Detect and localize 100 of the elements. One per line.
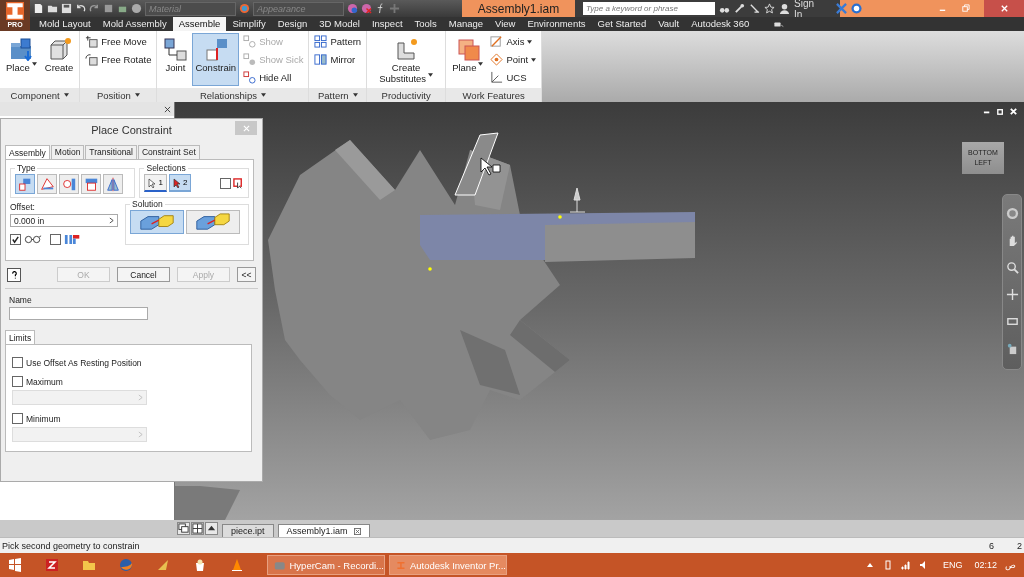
new-file-icon[interactable] (33, 3, 44, 14)
ribbon-tool-button[interactable]: Point (488, 51, 539, 68)
windows-logo-icon[interactable] (8, 558, 22, 572)
close-button[interactable] (984, 0, 1024, 17)
ribbon-tool-button[interactable]: Free Rotate (83, 51, 154, 68)
dialog-tab[interactable]: Assembly (5, 145, 50, 159)
save-icon[interactable] (61, 3, 72, 14)
wrench-icon[interactable] (734, 3, 745, 14)
zoom-icon[interactable] (1005, 261, 1019, 274)
document-tab[interactable]: Assembly1.iam (277, 524, 370, 537)
limit-field[interactable] (12, 390, 147, 405)
ribbon-tool-button[interactable]: Constrain (192, 33, 240, 86)
ribbon-tool-button[interactable]: Mirror (312, 51, 364, 68)
open-folder-icon[interactable] (47, 3, 58, 14)
language-indicator[interactable]: ENG (942, 560, 963, 570)
steering-wheel-icon[interactable] (1005, 207, 1019, 220)
ribbon-tool-button[interactable]: Place (3, 33, 40, 86)
app-icon[interactable] (156, 558, 170, 572)
app-icon[interactable] (45, 558, 59, 572)
ribbon-tab[interactable]: View (489, 17, 522, 31)
ribbon-tool-button[interactable]: Create (41, 33, 77, 86)
signal-bars-icon[interactable] (900, 560, 911, 570)
ribbon-tool-button[interactable]: Free Move (83, 33, 154, 50)
ribbon-tab[interactable]: Assemble (172, 17, 227, 31)
solution-button[interactable] (130, 210, 184, 234)
clock[interactable]: 02:12 (974, 560, 997, 570)
star-icon[interactable] (764, 3, 775, 14)
color-wheel-icon[interactable] (361, 3, 372, 14)
ribbon-tool-button[interactable]: Joint (160, 33, 191, 86)
checkbox[interactable] (12, 376, 23, 387)
ribbon-tab[interactable]: Mold Assembly (96, 17, 173, 31)
view-face-icon[interactable] (1005, 315, 1019, 328)
panel-title-button[interactable]: Pattern (309, 88, 367, 102)
ribbon-tab[interactable]: Vault (652, 17, 686, 31)
ribbon-tab[interactable]: Autodesk 360 (685, 17, 756, 31)
limits-tab[interactable]: Limits (5, 330, 36, 344)
dialog-button[interactable]: Cancel (117, 267, 170, 282)
name-field[interactable] (9, 307, 148, 320)
constraint-type-button[interactable] (81, 174, 101, 194)
search-field[interactable]: Type a keyword or phrase (583, 2, 715, 15)
checkbox[interactable] (220, 177, 231, 189)
color-wheel-icon[interactable] (239, 3, 250, 14)
dialog-tab[interactable]: Transitional (85, 145, 137, 159)
dialog-tab[interactable]: Motion (50, 145, 85, 159)
ribbon-tool-button[interactable]: Create Substitutes (370, 33, 443, 86)
ribbon-tab[interactable]: Environments (521, 17, 592, 31)
ribbon-tab[interactable]: Tools (408, 17, 443, 31)
limit-field[interactable] (12, 427, 147, 442)
orbit-icon[interactable] (1005, 288, 1019, 301)
ribbon-tab[interactable]: Manage (442, 17, 490, 31)
ribbon-tool-button[interactable]: Pattern (312, 33, 364, 50)
constraint-type-button[interactable] (15, 174, 35, 194)
dialog-tab[interactable]: Constraint Set (138, 145, 200, 159)
collapse-button[interactable]: << (237, 267, 256, 282)
traffic-cone-icon[interactable] (230, 558, 244, 572)
ribbon-tab[interactable]: 3D Model (313, 17, 366, 31)
selection-button[interactable]: 1 (144, 174, 167, 192)
undo-icon[interactable] (75, 3, 86, 14)
close-icon (242, 124, 250, 132)
cascade-windows-icon[interactable] (177, 522, 190, 535)
tile-windows-icon[interactable] (191, 522, 204, 535)
folder-icon[interactable] (82, 558, 96, 572)
ribbon-tool-button[interactable]: Hide All (241, 69, 306, 86)
constraint-type-button[interactable] (37, 174, 57, 194)
panel-title-button[interactable]: Work Features (446, 88, 542, 102)
ribbon-tab[interactable]: Inspect (365, 17, 409, 31)
close-icon[interactable] (164, 105, 171, 113)
ribbon-tab[interactable]: Design (271, 17, 314, 31)
panel-title-button[interactable]: Position (80, 88, 157, 102)
document-tab[interactable]: piece.ipt (222, 524, 274, 537)
solution-button[interactable] (186, 210, 240, 234)
selection-button[interactable]: 2 (168, 174, 192, 192)
ribbon-tool-button[interactable]: Plane (449, 33, 487, 86)
panel-title-button[interactable]: Component (0, 88, 80, 102)
restore-icon[interactable] (996, 107, 1005, 116)
satellite-icon[interactable] (749, 3, 760, 14)
ribbon-tool-button[interactable]: UCS (488, 69, 539, 86)
close-icon[interactable] (353, 527, 361, 535)
popcorn-icon[interactable] (193, 558, 207, 572)
color-wheel-icon[interactable] (347, 3, 358, 14)
offset-field[interactable]: 0.000 in (10, 214, 118, 227)
checkbox[interactable] (12, 357, 23, 368)
ribbon-tab[interactable]: Simplify (226, 17, 272, 31)
help-button[interactable] (7, 267, 21, 282)
device-icon[interactable] (882, 560, 893, 570)
ribbon-tab[interactable]: Mold Layout (33, 17, 97, 31)
panel-title-button[interactable]: Relationships (157, 88, 309, 102)
checkbox[interactable] (10, 234, 21, 245)
checkbox[interactable] (12, 413, 23, 424)
checkbox[interactable] (50, 234, 61, 245)
redo-icon[interactable] (89, 3, 100, 14)
constraint-type-button[interactable] (103, 174, 123, 194)
constraint-type-button[interactable] (59, 174, 79, 194)
user-icon[interactable] (779, 3, 790, 14)
ribbon-tab[interactable]: Get Started (591, 17, 653, 31)
pointer-icon[interactable] (1005, 342, 1019, 355)
panel-title-button[interactable]: Productivity (367, 88, 446, 102)
ribbon-tool-button[interactable]: Axis (488, 33, 539, 50)
exchange-icon[interactable] (836, 3, 847, 14)
help-icon[interactable] (851, 3, 862, 14)
